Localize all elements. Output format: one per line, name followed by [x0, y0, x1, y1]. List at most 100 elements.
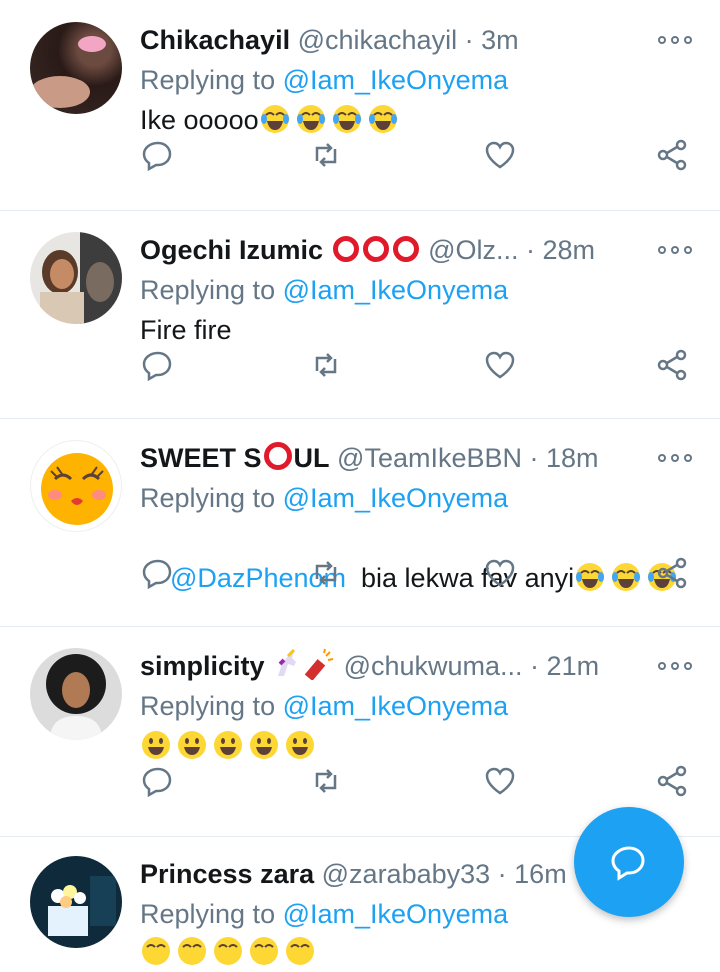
tweet[interactable]: Ogechi Izumic @Olz... · 28m Replying to … [0, 210, 720, 419]
reply-icon[interactable] [140, 137, 176, 173]
firecracker-icon [304, 648, 334, 681]
user-handle[interactable]: @zarababy33 [322, 859, 491, 889]
joy-emoji [368, 105, 397, 133]
user-handle[interactable]: @TeamIkeBBN [337, 443, 522, 473]
replying-to-label: Replying to [140, 483, 283, 513]
replying-to-label: Replying to [140, 65, 283, 95]
reply-icon[interactable] [140, 763, 176, 799]
replying-to: Replying to @Iam_IkeOnyema [140, 688, 508, 724]
replying-to: Replying to @Iam_IkeOnyema [140, 480, 508, 516]
more-options-icon[interactable] [658, 448, 692, 468]
separator: · [518, 235, 543, 265]
grinning-emoji [214, 731, 242, 759]
tweet-body [140, 726, 320, 766]
timestamp[interactable]: 16m [514, 859, 567, 889]
red-circle-icon [362, 236, 389, 262]
like-icon[interactable] [482, 763, 518, 799]
tweet[interactable]: Chikachayil @chikachayil · 3m Replying t… [0, 0, 720, 211]
joy-emoji [214, 937, 242, 965]
replying-to: Replying to @Iam_IkeOnyema [140, 896, 508, 932]
replying-to-label: Replying to [140, 275, 283, 305]
display-name[interactable]: simplicity [140, 651, 265, 681]
grinning-emoji [142, 731, 170, 759]
unicorn-icon [278, 648, 297, 676]
separator: · [490, 859, 515, 889]
retweet-icon[interactable] [308, 347, 344, 383]
user-handle[interactable]: @chikachayil [298, 25, 457, 55]
tweet-actions [140, 555, 700, 595]
retweet-icon[interactable] [308, 555, 344, 591]
replying-to-label: Replying to [140, 691, 283, 721]
share-icon[interactable] [654, 347, 690, 383]
grinning-emoji [286, 731, 314, 759]
tweet-text: Ike ooooo [140, 105, 259, 135]
compose-reply-icon [611, 846, 645, 881]
reply-icon[interactable] [140, 555, 176, 591]
tweet-header: SWEET S UL @TeamIkeBBN · 18m [140, 440, 660, 476]
grinning-emoji [250, 731, 278, 759]
replying-to-mention[interactable]: @Iam_IkeOnyema [283, 65, 509, 95]
replying-to-mention[interactable]: @Iam_IkeOnyema [283, 899, 509, 929]
replying-to-label: Replying to [140, 899, 283, 929]
joy-emoji [178, 937, 206, 965]
avatar[interactable] [30, 440, 122, 532]
red-circle-icon [392, 236, 419, 262]
tweet-body: Fire fire [140, 310, 232, 350]
grinning-emoji [178, 731, 206, 759]
tweet-header: simplicity @chukwuma... · 21m [140, 648, 660, 684]
tweet-actions [140, 763, 700, 803]
avatar[interactable] [30, 22, 122, 114]
replying-to-mention[interactable]: @Iam_IkeOnyema [283, 483, 509, 513]
tweet[interactable]: simplicity @chukwuma... · 21m Replying t… [0, 626, 720, 837]
avatar[interactable] [30, 648, 122, 740]
tweet-body: Ike ooooo [140, 100, 403, 140]
replying-to-mention[interactable]: @Iam_IkeOnyema [283, 275, 509, 305]
user-handle[interactable]: @Olz... [428, 235, 518, 265]
display-name[interactable]: Chikachayil [140, 25, 290, 55]
timestamp[interactable]: 18m [546, 443, 599, 473]
separator: · [522, 651, 547, 681]
retweet-icon[interactable] [308, 763, 344, 799]
tweet-header: Ogechi Izumic @Olz... · 28m [140, 232, 660, 268]
display-name[interactable]: Princess zara [140, 859, 314, 889]
replying-to-mention[interactable]: @Iam_IkeOnyema [283, 691, 509, 721]
like-icon[interactable] [482, 137, 518, 173]
timestamp[interactable]: 21m [547, 651, 600, 681]
tweet-text: Fire fire [140, 315, 232, 345]
red-circle-icon [332, 236, 359, 262]
joy-emoji [286, 937, 314, 965]
like-icon[interactable] [482, 555, 518, 591]
user-handle[interactable]: @chukwuma... [344, 651, 523, 681]
more-options-icon[interactable] [658, 30, 692, 50]
tweet-actions [140, 347, 700, 387]
more-options-icon[interactable] [658, 656, 692, 676]
tweet-actions [140, 137, 700, 177]
more-options-icon[interactable] [658, 240, 692, 260]
timestamp[interactable]: 3m [481, 25, 519, 55]
display-name[interactable]: SWEET S UL [140, 442, 330, 473]
name-decoration [331, 235, 421, 265]
tweet[interactable]: SWEET S UL @TeamIkeBBN · 18m Replying to … [0, 418, 720, 627]
joy-emoji [260, 105, 289, 133]
timestamp[interactable]: 28m [543, 235, 596, 265]
joy-emoji [142, 937, 170, 965]
joy-emoji [296, 105, 325, 133]
compose-reply-button[interactable] [574, 807, 684, 917]
tweet-header: Chikachayil @chikachayil · 3m [140, 22, 660, 58]
separator: · [522, 443, 546, 473]
joy-emoji [250, 937, 278, 965]
avatar[interactable] [30, 856, 122, 948]
red-circle-icon [263, 442, 292, 470]
share-icon[interactable] [654, 763, 690, 799]
display-name[interactable]: Ogechi Izumic [140, 235, 323, 265]
replying-to: Replying to @Iam_IkeOnyema [140, 272, 508, 308]
tweet-body [140, 932, 320, 972]
like-icon[interactable] [482, 347, 518, 383]
share-icon[interactable] [654, 555, 690, 591]
replying-to: Replying to @Iam_IkeOnyema [140, 62, 508, 98]
avatar[interactable] [30, 232, 122, 324]
share-icon[interactable] [654, 137, 690, 173]
joy-emoji [332, 105, 361, 133]
reply-icon[interactable] [140, 347, 176, 383]
retweet-icon[interactable] [308, 137, 344, 173]
